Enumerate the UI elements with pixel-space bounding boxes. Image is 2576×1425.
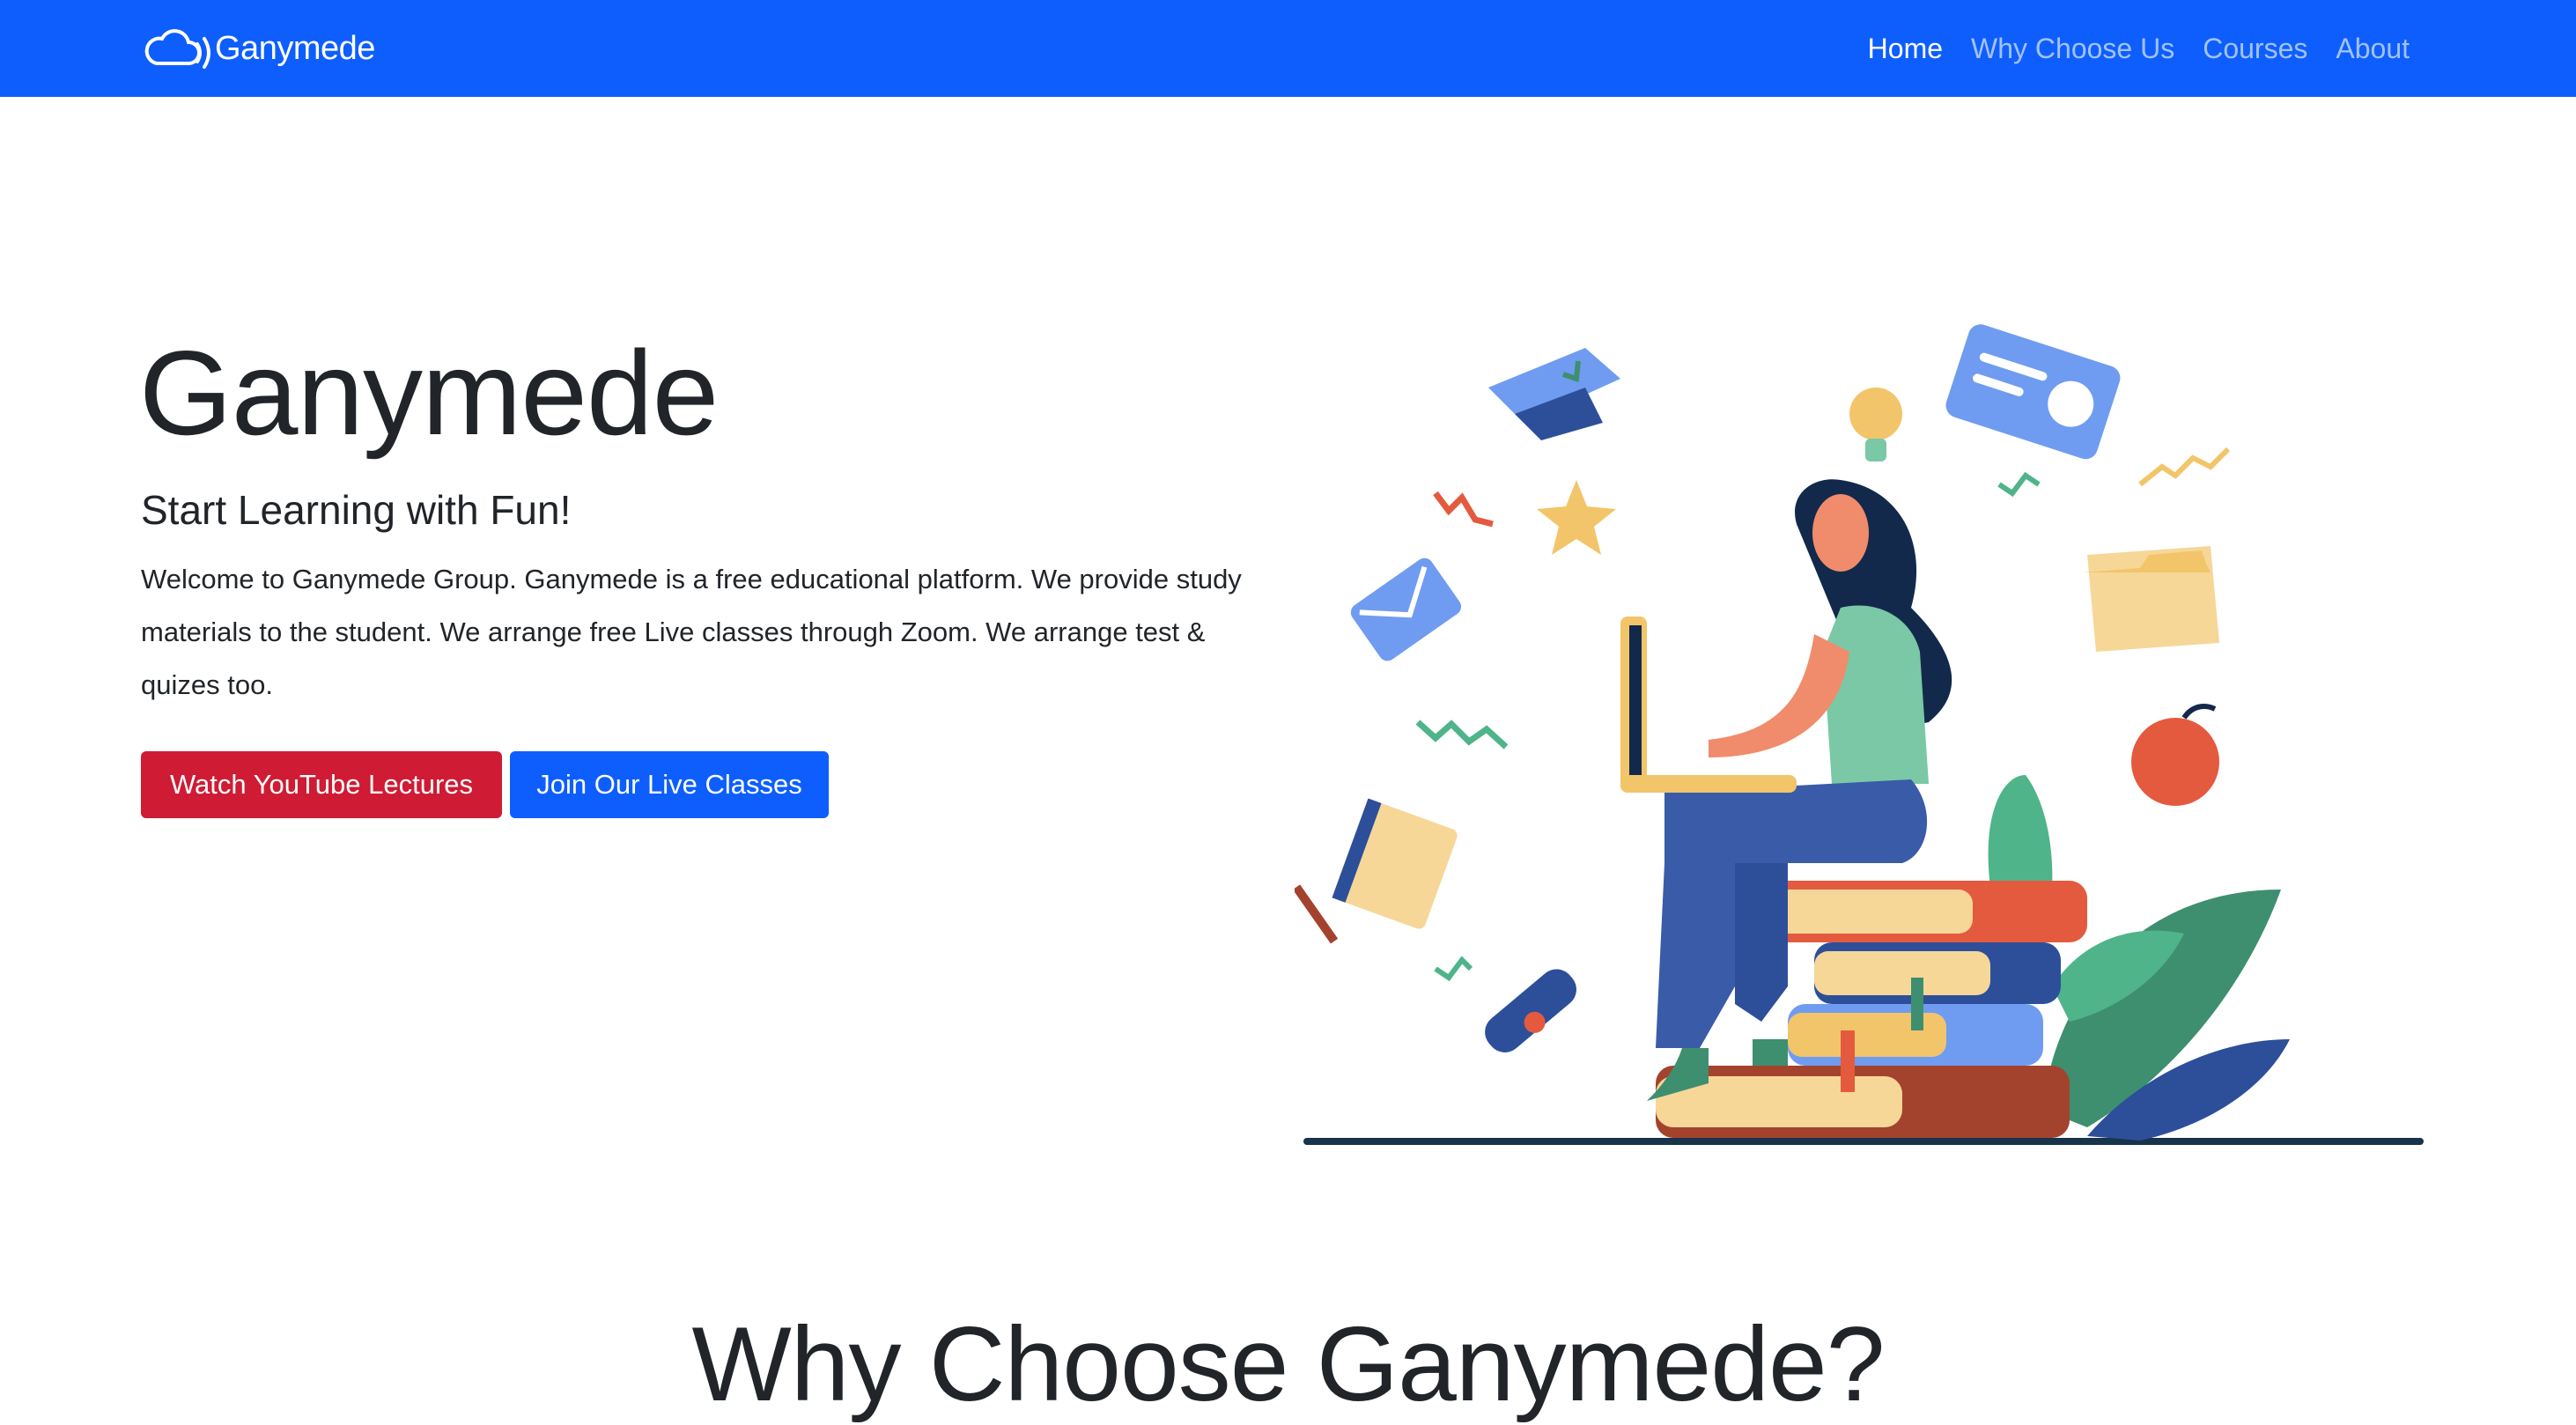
star-icon [1537, 480, 1616, 555]
squiggle-decoration [1997, 471, 2041, 498]
diploma-scroll-icon [1485, 969, 1576, 1052]
lightbulb-icon [1849, 388, 1902, 461]
cloud-broadcast-icon [144, 29, 210, 69]
brand-name: Ganymede [215, 29, 375, 67]
brand-link[interactable]: Ganymede [139, 23, 375, 74]
watch-youtube-button[interactable]: Watch YouTube Lectures [141, 751, 502, 818]
id-card-icon [1945, 324, 2121, 460]
hero-subtitle: Start Learning with Fun! [141, 487, 572, 533]
apple-icon [2131, 704, 2219, 806]
squiggle-decoration [1433, 491, 1494, 528]
notepad-icon [1332, 798, 1458, 929]
nav-links: Home Why Choose Us Courses About [1868, 26, 2410, 70]
section-title-why-choose: Why Choose Ganymede? [691, 1305, 1885, 1423]
nav-link-home[interactable]: Home [1868, 33, 1943, 65]
join-live-classes-button[interactable]: Join Our Live Classes [510, 751, 829, 818]
student-laptop-illustration [1295, 324, 2424, 1145]
nav-link-about[interactable]: About [2336, 33, 2410, 65]
top-navbar: Ganymede Home Why Choose Us Courses Abou… [0, 0, 2576, 97]
folder-icon [2083, 546, 2219, 652]
nav-link-why-choose-us[interactable]: Why Choose Us [1971, 33, 2174, 65]
nav-link-courses[interactable]: Courses [2203, 33, 2307, 65]
laptop-icon [1620, 617, 1797, 793]
hero-description: Welcome to Ganymede Group. Ganymede is a… [141, 564, 1242, 700]
graduation-cap-icon [1488, 348, 1620, 440]
hero-title: Ganymede [139, 326, 719, 460]
envelope-icon [1350, 557, 1462, 661]
pencil-icon [1295, 884, 1339, 944]
squiggle-decoration [1434, 956, 1473, 982]
squiggle-decoration [1415, 720, 1509, 749]
squiggle-decoration [2138, 447, 2231, 487]
